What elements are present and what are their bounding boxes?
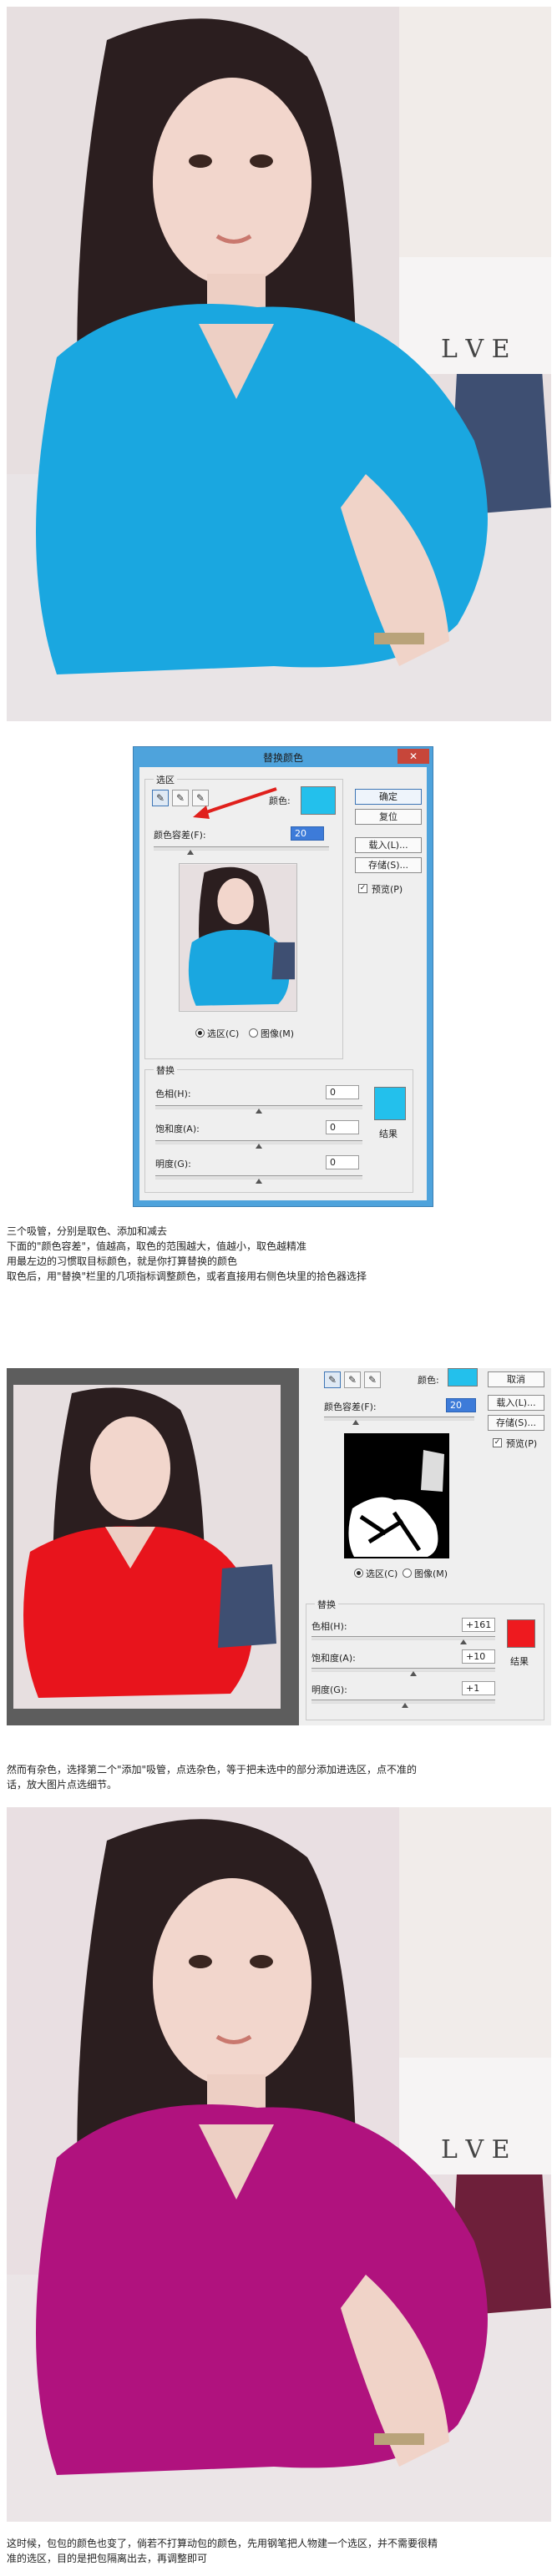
hue-input[interactable]: 0 <box>326 1085 359 1099</box>
hue-label: 色相(H): <box>155 1088 191 1099</box>
result-label: 结果 <box>510 1656 529 1667</box>
dialog-title: 替换颜色 <box>262 752 303 764</box>
preview-thumbnail <box>180 864 296 1011</box>
saturation-input[interactable]: 0 <box>326 1120 359 1134</box>
replace-color-dialog: 替换颜色 ✕ 选区 ✎ ✎ ✎ 颜色: 颜色容差(F): 20 选区(C) 图像… <box>133 746 433 1207</box>
text2-line-2: 话，放大图片点选细节。 <box>7 1779 118 1791</box>
text1-line-4: 取色后，用"替换"栏里的几项指标调整颜色，或者直接用右侧色块里的拾色器选择 <box>7 1270 367 1282</box>
eyedropper-add-icon[interactable]: ✎ <box>172 790 189 806</box>
instruction-text-3: 这时候，包包的颜色也变了，倘若不打算动包的颜色，先用钢笔把人物建一个选区，并不需… <box>7 2536 551 2566</box>
save-button[interactable]: 存储(S)... <box>355 857 422 873</box>
lightness-slider-thumb[interactable] <box>256 1179 262 1184</box>
instruction-text-1: 三个吸管，分别是取色、添加和减去 下面的"颜色容差"，值越高，取色的范围越大，值… <box>7 1224 551 1284</box>
saturation-label: 饱和度(A): <box>311 1653 356 1664</box>
radio-image-label: 图像(M) <box>414 1568 448 1579</box>
text3-line-1: 这时候，包包的颜色也变了，倘若不打算动包的颜色，先用钢笔把人物建一个选区，并不需… <box>7 2538 438 2549</box>
saturation-slider[interactable] <box>311 1668 495 1676</box>
selection-mask-preview <box>344 1433 449 1558</box>
radio-selection-label: 选区(C) <box>366 1568 398 1579</box>
svg-text:L V E: L V E <box>441 335 510 364</box>
preview-label: 预览(P) <box>506 1438 538 1449</box>
replace-color-panel: ✎ ✎ ✎ 颜色: 取消 载入(L)... 存储(S)... ✓ 预览(P) 颜… <box>299 1368 551 1725</box>
radio-image-label: 图像(M) <box>261 1028 295 1039</box>
replace-group: 替换 色相(H): +161 饱和度(A): +10 明度(G): +1 结果 <box>306 1598 544 1720</box>
hue-input[interactable]: +161 <box>462 1618 495 1632</box>
eyedropper-subtract-icon[interactable]: ✎ <box>364 1371 381 1388</box>
photo-magenta-sweater-image: L V E <box>7 1807 551 2522</box>
tolerance-input[interactable]: 20 <box>291 826 324 841</box>
reset-button[interactable]: 复位 <box>355 809 422 825</box>
saturation-label: 饱和度(A): <box>155 1124 200 1134</box>
selection-group: 选区 ✎ ✎ ✎ 颜色: 颜色容差(F): 20 选区(C) 图像(M) <box>144 773 343 1059</box>
selection-color-swatch[interactable] <box>448 1368 478 1386</box>
cancel-button[interactable]: 取消 <box>488 1371 544 1387</box>
hue-slider[interactable] <box>155 1105 362 1114</box>
photo-red-sweater <box>13 1385 281 1709</box>
saturation-slider-thumb[interactable] <box>410 1671 417 1676</box>
replace-group-label: 替换 <box>315 1598 338 1611</box>
svg-text:L V E: L V E <box>441 2135 510 2164</box>
saturation-input[interactable]: +10 <box>462 1649 495 1664</box>
text2-line-1: 然而有杂色，选择第二个"添加"吸管，点选杂色，等于把未选中的部分添加进选区，点不… <box>7 1764 418 1775</box>
saturation-slider-thumb[interactable] <box>256 1144 262 1149</box>
photo-magenta-sweater: L V E <box>7 1807 551 2522</box>
red-arrow-annotation <box>193 787 277 819</box>
lightness-label: 明度(G): <box>311 1685 347 1695</box>
result-color-swatch[interactable] <box>507 1619 535 1648</box>
preview-checkbox[interactable]: ✓ <box>358 884 367 893</box>
eyedropper-add-icon[interactable]: ✎ <box>344 1371 361 1388</box>
dialog-titlebar: 替换颜色 ✕ <box>134 747 433 767</box>
photo-blue-sweater-image: L V E <box>7 7 551 721</box>
radio-image[interactable] <box>249 1028 258 1038</box>
preview-checkbox[interactable]: ✓ <box>493 1438 502 1447</box>
tolerance-slider[interactable] <box>154 846 329 855</box>
selection-group-label: 选区 <box>154 773 177 786</box>
photo-blue-sweater: L V E <box>7 7 551 721</box>
replace-group: 替换 色相(H): 0 饱和度(A): 0 明度(G): 0 结果 <box>144 1063 413 1193</box>
load-button[interactable]: 载入(L)... <box>355 837 422 853</box>
ok-button[interactable]: 确定 <box>355 789 422 805</box>
selection-preview <box>179 863 297 1012</box>
replace-group-label: 替换 <box>154 1063 177 1077</box>
load-button[interactable]: 载入(L)... <box>488 1395 544 1411</box>
preview-label: 预览(P) <box>372 884 403 895</box>
lightness-input[interactable]: +1 <box>462 1681 495 1695</box>
text1-line-1: 三个吸管，分别是取色、添加和减去 <box>7 1225 168 1237</box>
lightness-slider[interactable] <box>155 1175 362 1184</box>
canvas-area <box>7 1368 299 1725</box>
lightness-slider-thumb[interactable] <box>402 1703 408 1708</box>
text1-line-3: 用最左边的习惯取目标颜色，就是你打算替换的颜色 <box>7 1255 238 1267</box>
radio-image[interactable] <box>403 1568 412 1578</box>
hue-label: 色相(H): <box>311 1621 347 1632</box>
close-button[interactable]: ✕ <box>397 749 429 764</box>
instruction-text-2: 然而有杂色，选择第二个"添加"吸管，点选杂色，等于把未选中的部分添加进选区，点不… <box>7 1762 551 1792</box>
radio-selection[interactable] <box>195 1028 205 1038</box>
hue-slider[interactable] <box>311 1636 495 1644</box>
radio-selection-label: 选区(C) <box>207 1028 240 1039</box>
result-label: 结果 <box>379 1129 397 1139</box>
eyedropper-icon[interactable]: ✎ <box>152 790 169 806</box>
lightness-label: 明度(G): <box>155 1159 191 1169</box>
screenshot-replace-result: ✎ ✎ ✎ 颜色: 取消 载入(L)... 存储(S)... ✓ 预览(P) 颜… <box>7 1368 551 1725</box>
tolerance-label: 颜色容差(F): <box>154 830 206 841</box>
tolerance-input[interactable]: 20 <box>446 1398 476 1412</box>
lightness-slider[interactable] <box>311 1700 495 1708</box>
selection-color-swatch[interactable] <box>301 786 336 815</box>
tolerance-slider-thumb[interactable] <box>187 850 194 855</box>
saturation-slider[interactable] <box>155 1140 362 1149</box>
tolerance-label: 颜色容差(F): <box>324 1402 377 1412</box>
radio-selection[interactable] <box>354 1568 363 1578</box>
text1-line-2: 下面的"颜色容差"，值越高，取色的范围越大，值越小，取色越精准 <box>7 1240 307 1252</box>
dialog-body: 选区 ✎ ✎ ✎ 颜色: 颜色容差(F): 20 选区(C) 图像(M) 确定 … <box>139 767 427 1200</box>
text3-line-2: 准的选区，目的是把包隔离出去，再调整即可 <box>7 2553 208 2564</box>
hue-slider-thumb[interactable] <box>460 1639 467 1644</box>
lightness-input[interactable]: 0 <box>326 1155 359 1169</box>
color-label: 颜色: <box>418 1375 439 1386</box>
eyedropper-icon[interactable]: ✎ <box>324 1371 341 1388</box>
tolerance-slider[interactable] <box>324 1417 474 1425</box>
save-button[interactable]: 存储(S)... <box>488 1415 544 1431</box>
hue-slider-thumb[interactable] <box>256 1109 262 1114</box>
tolerance-slider-thumb[interactable] <box>352 1420 359 1425</box>
result-color-swatch[interactable] <box>374 1087 406 1120</box>
